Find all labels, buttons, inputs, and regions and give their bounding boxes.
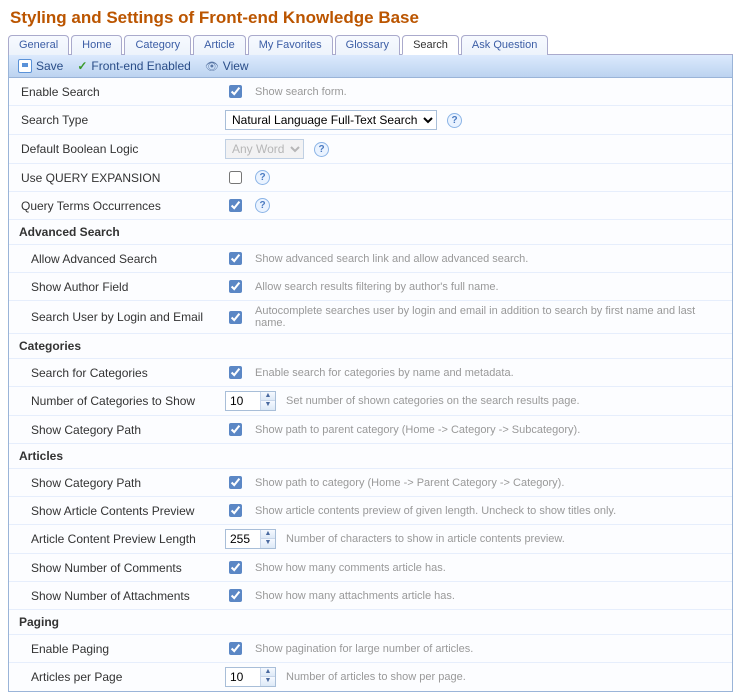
- spinner-up-icon[interactable]: ▲: [261, 668, 275, 677]
- search-categories-label: Search for Categories: [9, 363, 219, 383]
- search-user-login-checkbox[interactable]: [229, 311, 242, 324]
- enable-search-desc: Show search form.: [255, 86, 347, 98]
- show-author-checkbox[interactable]: [229, 280, 242, 293]
- page-title: Styling and Settings of Front-end Knowle…: [10, 8, 733, 28]
- view-label: View: [223, 59, 249, 73]
- search-user-login-label: Search User by Login and Email: [9, 307, 219, 327]
- art-attachments-checkbox[interactable]: [229, 589, 242, 602]
- art-preview-desc: Show article contents preview of given l…: [255, 505, 616, 517]
- allow-advanced-desc: Show advanced search link and allow adva…: [255, 253, 528, 265]
- tab-glossary[interactable]: Glossary: [335, 35, 400, 55]
- tab-search[interactable]: Search: [402, 35, 459, 55]
- query-expansion-checkbox[interactable]: [229, 171, 242, 184]
- cat-path-desc: Show path to parent category (Home -> Ca…: [255, 424, 580, 436]
- art-path-desc: Show path to category (Home -> Parent Ca…: [255, 477, 564, 489]
- enable-paging-checkbox[interactable]: [229, 642, 242, 655]
- spinner-down-icon[interactable]: ▼: [261, 401, 275, 410]
- show-author-desc: Allow search results filtering by author…: [255, 281, 499, 293]
- art-length-spinner[interactable]: ▲▼: [225, 529, 276, 549]
- per-page-label: Articles per Page: [9, 667, 219, 687]
- enable-search-label: Enable Search: [9, 82, 219, 102]
- art-comments-checkbox[interactable]: [229, 561, 242, 574]
- art-attachments-desc: Show how many attachments article has.: [255, 590, 455, 602]
- save-label: Save: [36, 59, 63, 73]
- query-terms-checkbox[interactable]: [229, 199, 242, 212]
- show-author-label: Show Author Field: [9, 277, 219, 297]
- boolean-logic-select: Any Word: [225, 139, 304, 159]
- art-length-input[interactable]: [226, 530, 260, 548]
- help-icon[interactable]: ?: [255, 198, 270, 213]
- art-length-label: Article Content Preview Length: [9, 529, 219, 549]
- spinner-up-icon[interactable]: ▲: [261, 530, 275, 539]
- num-categories-label: Number of Categories to Show: [9, 391, 219, 411]
- boolean-logic-label: Default Boolean Logic: [9, 139, 219, 159]
- cat-path-label: Show Category Path: [9, 420, 219, 440]
- enable-search-checkbox[interactable]: [229, 85, 242, 98]
- num-categories-input[interactable]: [226, 392, 260, 410]
- art-length-desc: Number of characters to show in article …: [286, 533, 565, 545]
- art-attachments-label: Show Number of Attachments: [9, 586, 219, 606]
- tab-general[interactable]: General: [8, 35, 69, 55]
- section-articles: Articles: [9, 444, 732, 469]
- tab-category[interactable]: Category: [124, 35, 191, 55]
- tab-my-favorites[interactable]: My Favorites: [248, 35, 333, 55]
- num-categories-spinner[interactable]: ▲▼: [225, 391, 276, 411]
- save-icon: [18, 59, 32, 73]
- per-page-desc: Number of articles to show per page.: [286, 671, 466, 683]
- help-icon[interactable]: ?: [314, 142, 329, 157]
- tab-article[interactable]: Article: [193, 35, 246, 55]
- query-expansion-label: Use QUERY EXPANSION: [9, 168, 219, 188]
- help-icon[interactable]: ?: [255, 170, 270, 185]
- spinner-down-icon[interactable]: ▼: [261, 539, 275, 548]
- query-terms-label: Query Terms Occurrences: [9, 196, 219, 216]
- tab-home[interactable]: Home: [71, 35, 122, 55]
- section-categories: Categories: [9, 334, 732, 359]
- search-categories-checkbox[interactable]: [229, 366, 242, 379]
- search-type-select[interactable]: Natural Language Full-Text Search: [225, 110, 437, 130]
- per-page-input[interactable]: [226, 668, 260, 686]
- frontend-enabled-button[interactable]: Front-end Enabled: [74, 58, 193, 74]
- num-categories-desc: Set number of shown categories on the se…: [286, 395, 580, 407]
- search-user-login-desc: Autocomplete searches user by login and …: [255, 305, 726, 329]
- settings-panel: Enable Search Show search form. Search T…: [8, 78, 733, 692]
- art-preview-checkbox[interactable]: [229, 504, 242, 517]
- save-button[interactable]: Save: [15, 58, 66, 74]
- search-categories-desc: Enable search for categories by name and…: [255, 367, 514, 379]
- tabs: General Home Category Article My Favorit…: [8, 34, 733, 55]
- art-path-label: Show Category Path: [9, 473, 219, 493]
- view-button[interactable]: View: [202, 58, 252, 74]
- section-paging: Paging: [9, 610, 732, 635]
- per-page-spinner[interactable]: ▲▼: [225, 667, 276, 687]
- eye-icon: [205, 59, 219, 73]
- art-comments-label: Show Number of Comments: [9, 558, 219, 578]
- spinner-up-icon[interactable]: ▲: [261, 392, 275, 401]
- art-preview-label: Show Article Contents Preview: [9, 501, 219, 521]
- cat-path-checkbox[interactable]: [229, 423, 242, 436]
- toolbar: Save Front-end Enabled View: [8, 55, 733, 78]
- enabled-label: Front-end Enabled: [91, 59, 190, 73]
- tab-ask-question[interactable]: Ask Question: [461, 35, 548, 55]
- spinner-down-icon[interactable]: ▼: [261, 677, 275, 686]
- art-path-checkbox[interactable]: [229, 476, 242, 489]
- allow-advanced-label: Allow Advanced Search: [9, 249, 219, 269]
- enable-paging-desc: Show pagination for large number of arti…: [255, 643, 473, 655]
- search-type-label: Search Type: [9, 110, 219, 130]
- check-icon: [77, 59, 87, 73]
- section-advanced: Advanced Search: [9, 220, 732, 245]
- allow-advanced-checkbox[interactable]: [229, 252, 242, 265]
- art-comments-desc: Show how many comments article has.: [255, 562, 446, 574]
- help-icon[interactable]: ?: [447, 113, 462, 128]
